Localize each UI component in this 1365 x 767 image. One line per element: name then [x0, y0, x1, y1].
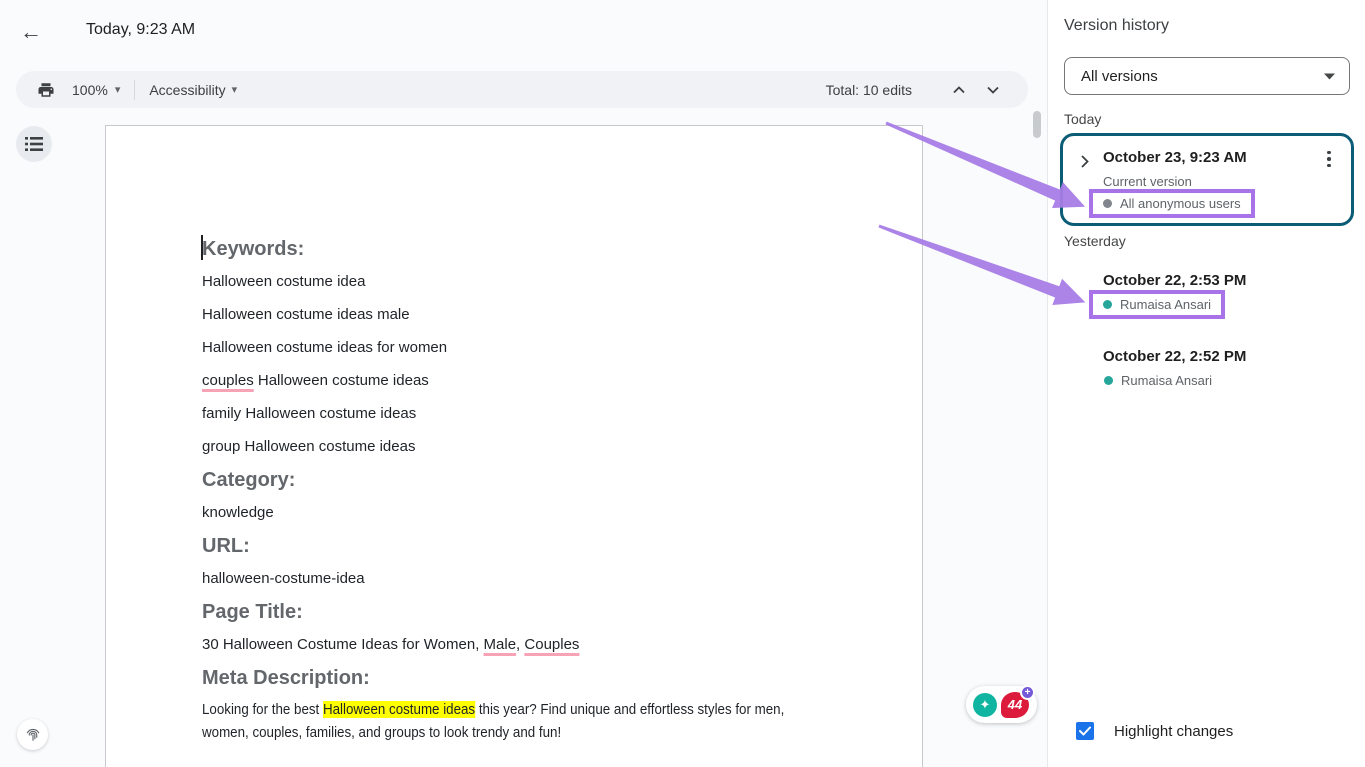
sidebar-title: Version history: [1064, 17, 1169, 35]
annotation-box-rumaisa: Rumaisa Ansari: [1089, 290, 1225, 319]
user-color-dot: [1103, 199, 1112, 208]
highlighted-text: Halloween costume ideas: [323, 701, 475, 718]
keyword-line-rest: Halloween costume ideas: [254, 372, 429, 389]
current-version-badge: Current version: [1103, 174, 1192, 189]
version-timestamp: October 23, 9:23 AM: [1103, 149, 1247, 166]
versions-filter-dropdown[interactable]: All versions: [1064, 57, 1350, 95]
version-item-current[interactable]: October 23, 9:23 AM Current version All …: [1060, 133, 1354, 226]
highlight-changes-label: Highlight changes: [1114, 723, 1233, 740]
url-value: halloween-costume-idea: [202, 566, 862, 592]
keywords-heading: Keywords:: [202, 236, 862, 262]
chevron-right-icon: [1081, 155, 1089, 168]
group-label-today: Today: [1064, 111, 1101, 127]
keyword-line: Halloween costume ideas for women: [202, 335, 862, 361]
keyword-line: Halloween costume idea: [202, 269, 862, 295]
meta-description-heading: Meta Description:: [202, 665, 862, 691]
version-author: Rumaisa Ansari: [1121, 373, 1212, 388]
page-title-value: 30 Halloween Costume Ideas for Women, Ma…: [202, 632, 862, 658]
zoom-dropdown[interactable]: 100% ▾: [72, 82, 120, 98]
zoom-value: 100%: [72, 82, 108, 98]
plus-icon: +: [1020, 685, 1035, 700]
hidden-user-button[interactable]: [17, 719, 48, 750]
chevron-down-icon: [987, 86, 999, 94]
url-heading: URL:: [202, 533, 862, 559]
changed-text: Couples: [524, 636, 579, 653]
version-author-row: Rumaisa Ansari: [1104, 373, 1212, 388]
document-outline-icon: [25, 137, 43, 151]
keyword-line: Halloween costume ideas male: [202, 302, 862, 328]
document-page: Keywords: Halloween costume idea Hallowe…: [105, 125, 923, 767]
checkmark-icon: [1079, 726, 1091, 736]
expand-version-button[interactable]: [1075, 151, 1095, 171]
highlight-changes-row: Highlight changes: [1076, 722, 1233, 740]
page-title-prefix: 30 Halloween Costume Ideas for Women,: [202, 636, 484, 653]
annotation-box-anonymous-users: All anonymous users: [1089, 189, 1255, 218]
total-edits-label: Total: 10 edits: [826, 82, 912, 98]
back-button[interactable]: ←: [16, 17, 46, 47]
chevron-down-icon: ▾: [232, 83, 238, 96]
category-value: knowledge: [202, 500, 862, 526]
chevron-down-icon: ▾: [115, 83, 121, 96]
version-author: All anonymous users: [1120, 196, 1241, 211]
accessibility-dropdown[interactable]: Accessibility ▾: [149, 82, 237, 98]
suggestion-count: 44: [1008, 697, 1022, 712]
text-cursor: [201, 235, 203, 260]
group-label-yesterday: Yesterday: [1064, 233, 1126, 249]
version-author: Rumaisa Ansari: [1120, 297, 1211, 312]
version-item-252pm[interactable]: October 22, 2:52 PM: [1103, 348, 1246, 365]
document-preview-area: ← Today, 9:23 AM 100% ▾ Accessibility ▾ …: [0, 0, 1047, 767]
changed-text: couples: [202, 372, 254, 389]
version-history-screen: ← Today, 9:23 AM 100% ▾ Accessibility ▾ …: [0, 0, 1365, 767]
keyword-line: family Halloween costume ideas: [202, 401, 862, 427]
lightbulb-icon: ✦: [973, 693, 997, 717]
previous-edit-button[interactable]: [946, 77, 972, 103]
preview-toolbar: 100% ▾ Accessibility ▾ Total: 10 edits: [16, 71, 1028, 108]
chevron-down-icon: [1324, 73, 1335, 80]
version-header-title: Today, 9:23 AM: [86, 21, 195, 39]
user-color-dot: [1103, 300, 1112, 309]
version-item-253pm[interactable]: October 22, 2:53 PM: [1103, 272, 1246, 289]
print-button[interactable]: [32, 76, 60, 104]
user-color-dot: [1104, 376, 1113, 385]
suggestions-extension-badge[interactable]: ✦ 44 +: [966, 686, 1037, 723]
version-options-button[interactable]: [1317, 147, 1341, 171]
suggestion-count-badge: 44 +: [1001, 692, 1029, 718]
show-outline-button[interactable]: [16, 126, 52, 162]
meta-description-value: Looking for the best Halloween costume i…: [202, 698, 825, 744]
next-edit-button[interactable]: [980, 77, 1006, 103]
chevron-up-icon: [953, 86, 965, 94]
document-content: Keywords: Halloween costume idea Hallowe…: [106, 126, 922, 744]
header: ← Today, 9:23 AM: [0, 0, 1047, 62]
keyword-line: group Halloween costume ideas: [202, 434, 862, 460]
highlight-changes-checkbox[interactable]: [1076, 722, 1094, 740]
accessibility-label: Accessibility: [149, 82, 225, 98]
category-heading: Category:: [202, 467, 862, 493]
keyword-line: couples Halloween costume ideas: [202, 368, 862, 394]
versions-filter-value: All versions: [1081, 68, 1158, 85]
print-icon: [37, 81, 55, 99]
page-title-heading: Page Title:: [202, 599, 862, 625]
changed-text: Male: [484, 636, 517, 653]
toolbar-divider: [134, 80, 135, 100]
version-history-sidebar: Version history All versions Today Octob…: [1047, 0, 1365, 767]
meta-prefix: Looking for the best: [202, 701, 323, 718]
fingerprint-icon: [24, 726, 42, 744]
vertical-scrollbar-thumb[interactable]: [1033, 111, 1041, 138]
